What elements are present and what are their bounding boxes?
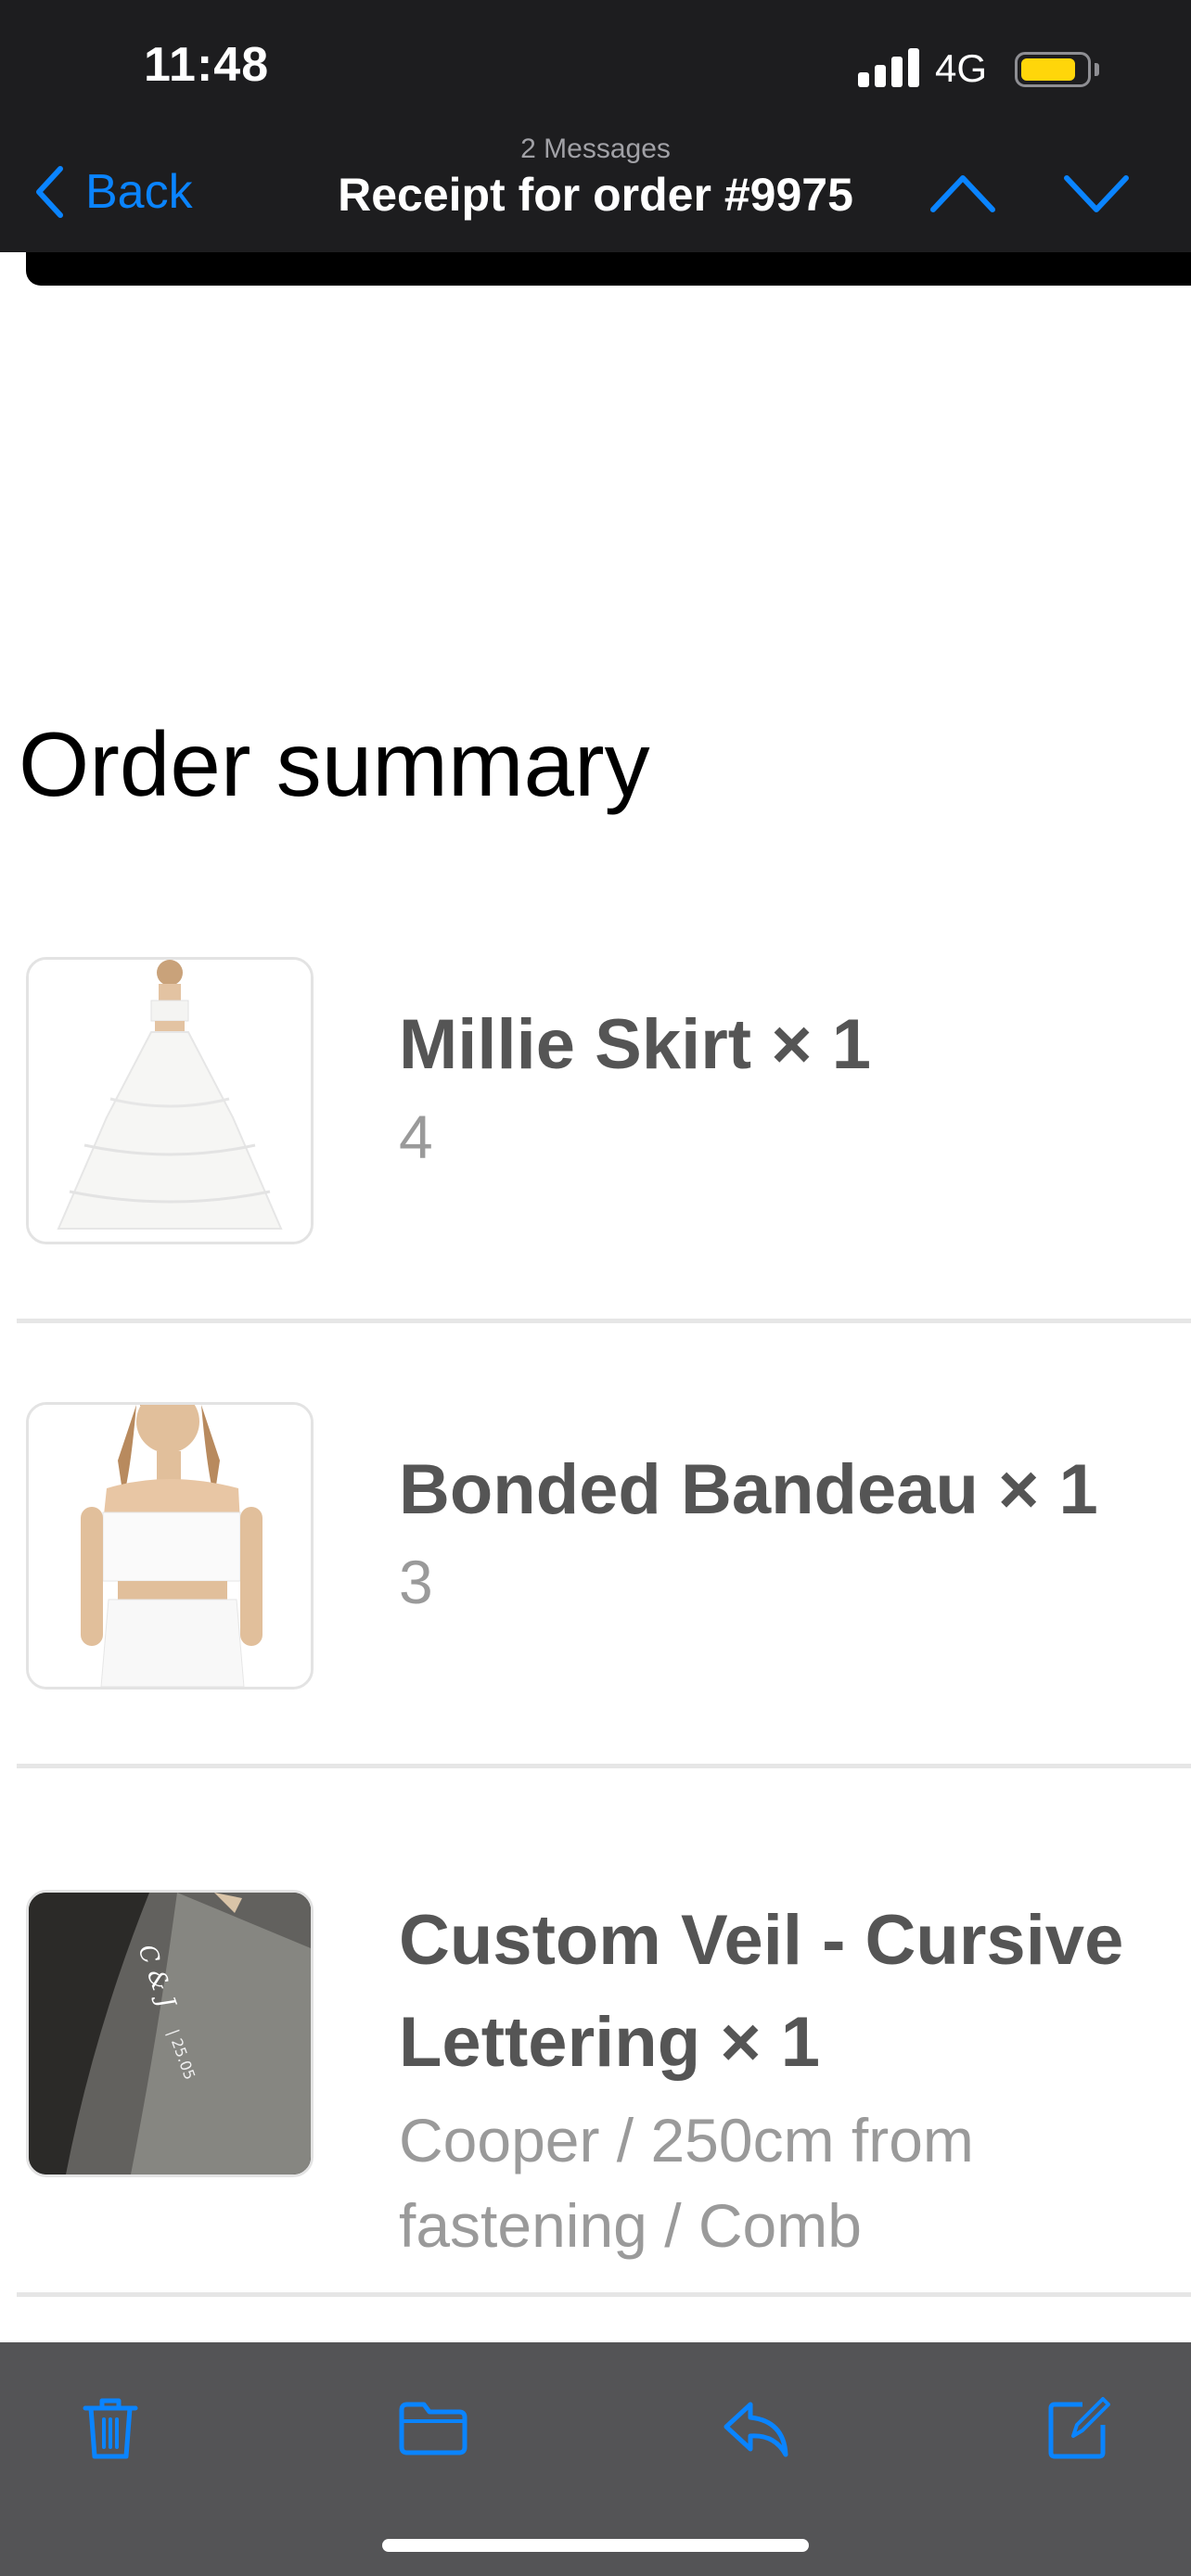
item-name: Bonded Bandeau × 1 bbox=[399, 1450, 1098, 1529]
white-tiered-skirt-image bbox=[29, 960, 311, 1242]
trash-icon bbox=[83, 2398, 138, 2459]
item-variant: 4 bbox=[399, 1103, 433, 1171]
next-message-button[interactable] bbox=[1061, 165, 1132, 221]
back-label: Back bbox=[85, 165, 193, 219]
order-summary-heading: Order summary bbox=[19, 713, 650, 815]
previous-message-button[interactable] bbox=[928, 165, 998, 221]
back-button[interactable]: Back bbox=[33, 159, 193, 224]
item-image-bonded-bandeau[interactable] bbox=[26, 1402, 314, 1690]
email-header-banner bbox=[26, 252, 1191, 286]
folder-icon bbox=[399, 2402, 467, 2455]
item-divider bbox=[17, 1764, 1191, 1768]
chevron-left-icon bbox=[36, 166, 63, 218]
item-image-custom-veil[interactable]: C & J | 25.05 bbox=[26, 1890, 314, 2177]
item-name: Custom Veil - Cursive Lettering × 1 bbox=[399, 1901, 1124, 2082]
network-type: 4G bbox=[935, 46, 988, 90]
message-count: 2 Messages bbox=[520, 134, 671, 164]
battery-icon bbox=[1015, 52, 1091, 87]
nav-title-area: 2 Messages Receipt for order #9975 bbox=[317, 132, 874, 223]
white-bandeau-top-image bbox=[29, 1405, 311, 1687]
status-time: 11:48 bbox=[144, 38, 270, 92]
cellular-signal-icon bbox=[858, 48, 919, 87]
compose-icon bbox=[1048, 2397, 1110, 2459]
top-bar: 11:48 4G Back 2 Messages Receipt for ord… bbox=[0, 0, 1191, 252]
embroidered-veil-image: C & J | 25.05 bbox=[29, 1893, 311, 2174]
email-body[interactable]: Order summary Millie Skirt × 1 4 Bonded … bbox=[0, 252, 1191, 2342]
move-to-folder-button[interactable] bbox=[391, 2387, 475, 2470]
item-variant: 3 bbox=[399, 1548, 433, 1616]
chevron-down-icon bbox=[1064, 175, 1129, 212]
item-divider bbox=[17, 1319, 1191, 1323]
compose-button[interactable] bbox=[1037, 2387, 1121, 2470]
item-name: Millie Skirt × 1 bbox=[399, 1005, 871, 1084]
reply-button[interactable] bbox=[714, 2387, 798, 2470]
item-divider bbox=[17, 2292, 1191, 2297]
item-variant: Cooper / 250cm from fastening / Comb bbox=[399, 2106, 974, 2260]
home-indicator[interactable] bbox=[382, 2539, 809, 2552]
delete-button[interactable] bbox=[69, 2387, 152, 2470]
battery-nub bbox=[1095, 63, 1099, 76]
reply-icon bbox=[724, 2402, 788, 2457]
battery-level bbox=[1021, 58, 1075, 81]
item-image-millie-skirt[interactable] bbox=[26, 957, 314, 1244]
chevron-up-icon bbox=[930, 175, 995, 212]
email-subject: Receipt for order #9975 bbox=[338, 169, 853, 221]
